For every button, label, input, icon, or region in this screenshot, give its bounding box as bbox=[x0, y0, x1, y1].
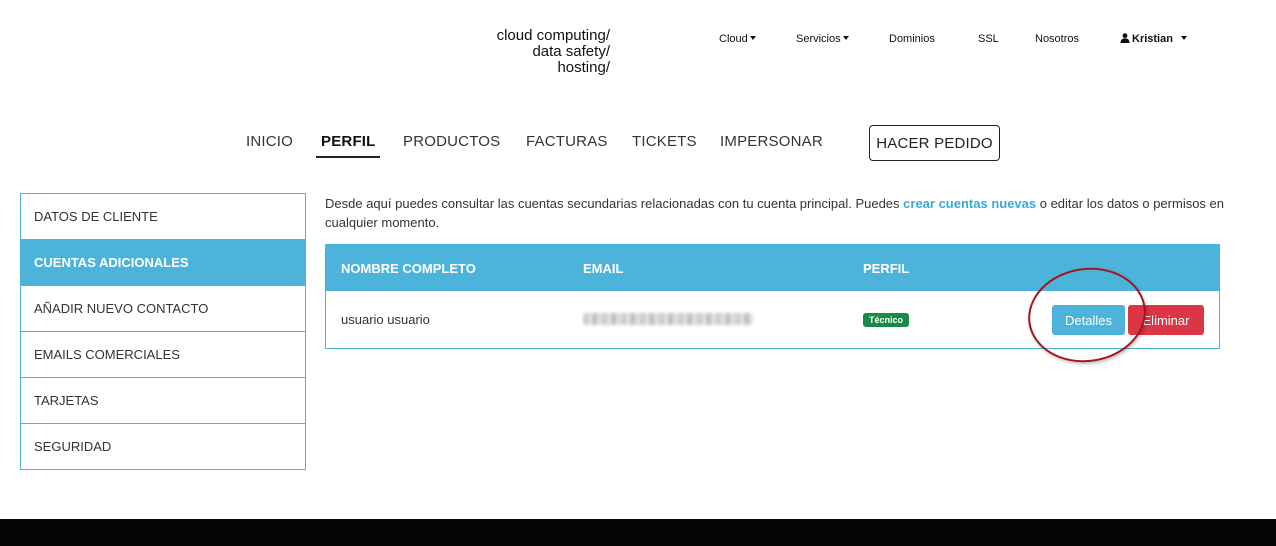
account-name: usuario usuario bbox=[341, 312, 430, 327]
table-header: NOMBRE COMPLETO EMAIL PERFIL bbox=[326, 245, 1219, 291]
user-icon bbox=[1120, 33, 1130, 43]
column-header-email: EMAIL bbox=[583, 261, 624, 276]
brand-logo[interactable]: cloud computing/ data safety/ hosting/ bbox=[470, 28, 610, 76]
profile-badge: Técnico bbox=[863, 313, 910, 327]
tab-productos[interactable]: PRODUCTOS bbox=[403, 133, 500, 150]
logo-line-2: data safety/ bbox=[532, 43, 610, 60]
user-menu-dropdown[interactable]: Kristian bbox=[1120, 32, 1188, 46]
create-accounts-link[interactable]: crear cuentas nuevas bbox=[903, 196, 1036, 211]
table-row: usuario usuario Técnico Detalles Elimina… bbox=[326, 291, 1219, 348]
nav-dominios-link[interactable]: Dominios bbox=[889, 32, 935, 46]
tab-inicio[interactable]: INICIO bbox=[246, 133, 293, 150]
active-tab-underline bbox=[316, 156, 380, 158]
nav-servicios-label: Servicios bbox=[796, 33, 841, 45]
intro-text: Desde aquí puedes consultar las cuentas … bbox=[325, 194, 1225, 232]
column-header-profile: PERFIL bbox=[863, 261, 910, 276]
tab-impersonar[interactable]: IMPERSONAR bbox=[720, 133, 823, 150]
nav-ssl-link[interactable]: SSL bbox=[978, 32, 999, 46]
logo-line-3: hosting/ bbox=[557, 59, 610, 76]
delete-button[interactable]: Eliminar bbox=[1128, 305, 1204, 335]
sidebar-item-nuevo-contacto[interactable]: AÑADIR NUEVO CONTACTO bbox=[21, 286, 305, 332]
caret-down-icon bbox=[1181, 36, 1188, 40]
details-button[interactable]: Detalles bbox=[1052, 305, 1125, 335]
sidebar-item-cuentas-adicionales[interactable]: CUENTAS ADICIONALES bbox=[21, 240, 305, 286]
intro-text-before: Desde aquí puedes consultar las cuentas … bbox=[325, 196, 904, 211]
place-order-button[interactable]: HACER PEDIDO bbox=[869, 125, 1000, 161]
nav-servicios-dropdown[interactable]: Servicios bbox=[796, 32, 849, 46]
accounts-table: NOMBRE COMPLETO EMAIL PERFIL usuario usu… bbox=[325, 244, 1220, 349]
nav-cloud-dropdown[interactable]: Cloud bbox=[719, 32, 756, 46]
logo-line-1: cloud computing/ bbox=[496, 27, 610, 44]
caret-down-icon bbox=[749, 36, 756, 40]
tab-facturas[interactable]: FACTURAS bbox=[526, 133, 608, 150]
user-name: Kristian bbox=[1132, 33, 1173, 45]
sidebar-item-tarjetas[interactable]: TARJETAS bbox=[21, 378, 305, 424]
sidebar-item-seguridad[interactable]: SEGURIDAD bbox=[21, 424, 305, 469]
sidebar-item-emails-comerciales[interactable]: EMAILS COMERCIALES bbox=[21, 332, 305, 378]
page-footer bbox=[0, 519, 1276, 546]
profile-sidebar: DATOS DE CLIENTE CUENTAS ADICIONALES AÑA… bbox=[20, 193, 306, 470]
tab-perfil[interactable]: PERFIL bbox=[321, 133, 376, 150]
nav-nosotros-link[interactable]: Nosotros bbox=[1035, 32, 1079, 46]
blurred-email bbox=[583, 313, 753, 325]
nav-cloud-label: Cloud bbox=[719, 33, 748, 45]
tab-tickets[interactable]: TICKETS bbox=[632, 133, 697, 150]
column-header-name: NOMBRE COMPLETO bbox=[341, 261, 476, 276]
sidebar-item-datos-cliente[interactable]: DATOS DE CLIENTE bbox=[21, 194, 305, 240]
caret-down-icon bbox=[842, 36, 849, 40]
